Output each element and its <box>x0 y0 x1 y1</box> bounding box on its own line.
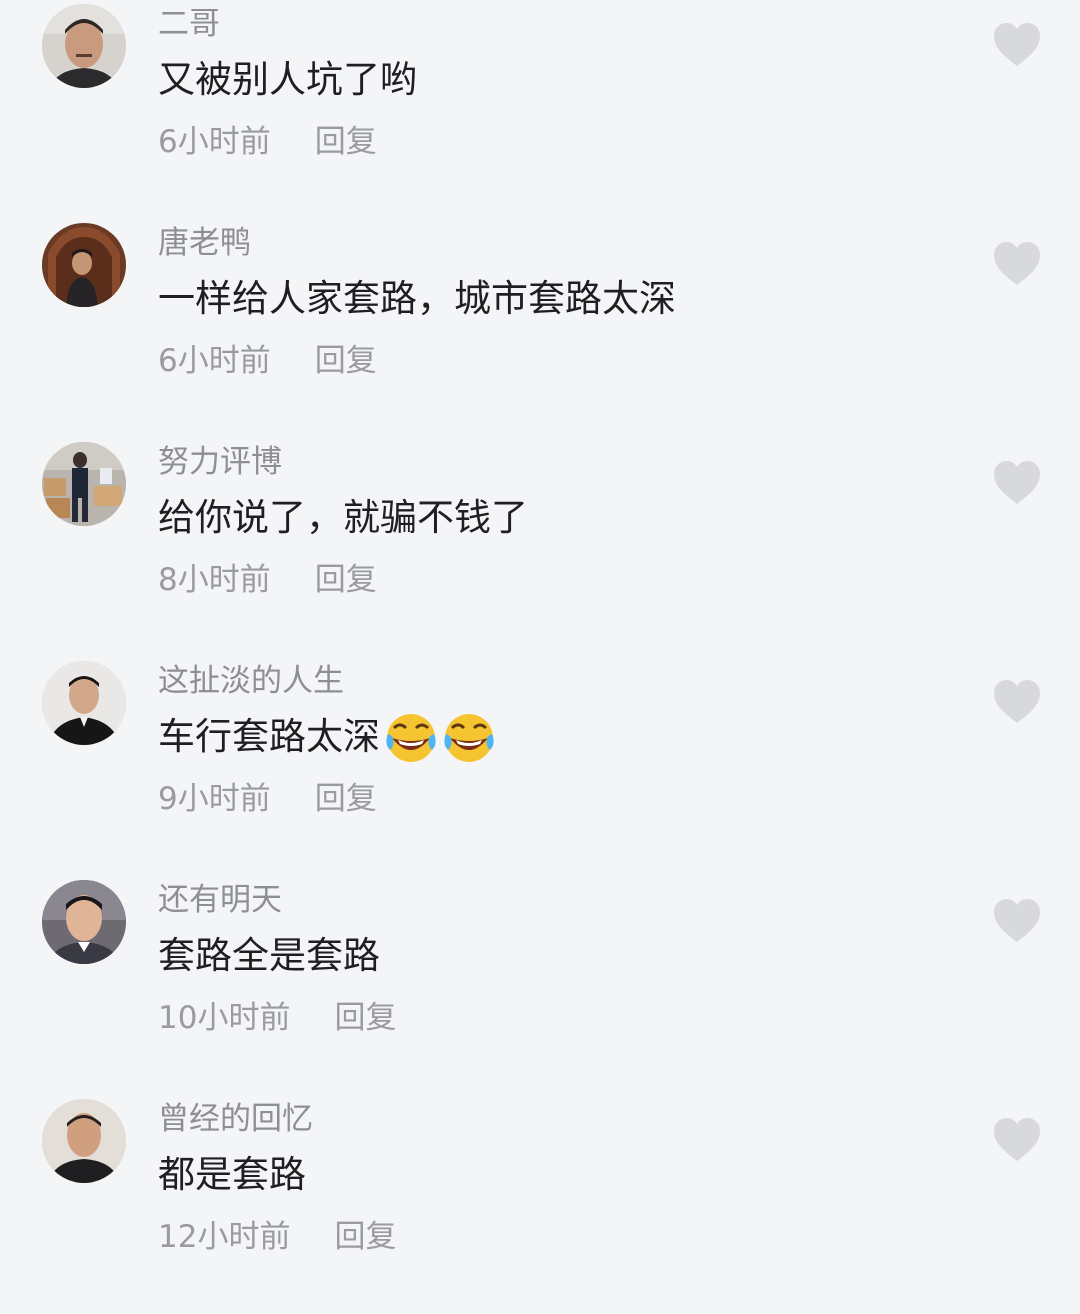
comment-text-content: 套路全是套路 <box>158 934 380 977</box>
like-button[interactable] <box>992 898 1042 944</box>
like-button[interactable] <box>992 22 1042 68</box>
comment-meta: 12小时前 回复 <box>158 1211 396 1255</box>
comment-username[interactable]: 这扯淡的人生 <box>158 659 344 703</box>
comment-text-content: 给你说了，就骗不钱了 <box>158 496 528 539</box>
comment-item: 曾经的回忆 都是套路 12小时前 回复 <box>0 1095 1080 1314</box>
heart-icon <box>994 680 1040 723</box>
comment-item: 唐老鸭 一样给人家套路，城市套路太深 6小时前 回复 <box>0 219 1080 438</box>
reply-button[interactable]: 回复 <box>315 773 377 818</box>
rofl-emoji-icon <box>444 714 494 762</box>
comment-timestamp: 9小时前 <box>158 780 271 817</box>
comment-meta: 9小时前 回复 <box>158 773 377 817</box>
comment-timestamp: 6小时前 <box>158 342 271 379</box>
avatar[interactable] <box>42 442 126 526</box>
comment-text-content: 都是套路 <box>158 1153 306 1196</box>
heart-icon <box>994 23 1040 66</box>
comment-item: 努力评博 给你说了，就骗不钱了 8小时前 回复 <box>0 438 1080 657</box>
comment-text: 套路全是套路 <box>158 928 380 984</box>
comment-username[interactable]: 二哥 <box>158 2 220 46</box>
comment-meta: 8小时前 回复 <box>158 554 377 598</box>
like-button[interactable] <box>992 679 1042 725</box>
avatar-man-icon <box>42 880 126 964</box>
comment-text-content: 又被别人坑了哟 <box>158 58 417 101</box>
like-button[interactable] <box>992 460 1042 506</box>
reply-button[interactable]: 回复 <box>334 1211 396 1256</box>
comment-text-content: 一样给人家套路，城市套路太深 <box>158 277 676 320</box>
comment-timestamp: 6小时前 <box>158 123 271 160</box>
heart-icon <box>994 899 1040 942</box>
heart-icon <box>994 242 1040 285</box>
avatar[interactable] <box>42 880 126 964</box>
avatar[interactable] <box>42 1099 126 1183</box>
like-button[interactable] <box>992 1117 1042 1163</box>
avatar-man-icon <box>42 1099 126 1183</box>
avatar[interactable] <box>42 223 126 307</box>
avatar[interactable] <box>42 4 126 88</box>
comment-text: 一样给人家套路，城市套路太深 <box>158 271 676 327</box>
comment-item: 这扯淡的人生 车行套路太深 9小时前 回复 <box>0 657 1080 876</box>
comment-text: 车行套路太深 <box>158 709 496 765</box>
like-button[interactable] <box>992 241 1042 287</box>
comment-item: 二哥 又被别人坑了哟 6小时前 回复 <box>0 0 1080 219</box>
comment-meta: 10小时前 回复 <box>158 992 396 1036</box>
comment-text: 又被别人坑了哟 <box>158 52 417 108</box>
comment-text: 给你说了，就骗不钱了 <box>158 490 528 546</box>
comment-list: 二哥 又被别人坑了哟 6小时前 回复 唐老鸭 一样给人家套路，城市套路太深 6小… <box>0 0 1080 1264</box>
comment-text-content: 车行套路太深 <box>158 715 380 758</box>
avatar-warehouse-icon <box>42 442 126 526</box>
avatar-man-icon <box>42 661 126 745</box>
comment-username[interactable]: 努力评博 <box>158 440 282 484</box>
comment-timestamp: 8小时前 <box>158 561 271 598</box>
avatar-man-carving-icon <box>42 223 126 307</box>
comment-meta: 6小时前 回复 <box>158 335 377 379</box>
comment-item: 还有明天 套路全是套路 10小时前 回复 <box>0 876 1080 1095</box>
avatar[interactable] <box>42 661 126 745</box>
reply-button[interactable]: 回复 <box>315 335 377 380</box>
comment-timestamp: 12小时前 <box>158 1218 291 1255</box>
reply-button[interactable]: 回复 <box>315 554 377 599</box>
heart-icon <box>994 461 1040 504</box>
comment-username[interactable]: 曾经的回忆 <box>158 1097 313 1141</box>
rofl-emoji-icon <box>386 714 436 762</box>
comment-username[interactable]: 还有明天 <box>158 878 282 922</box>
reply-button[interactable]: 回复 <box>315 116 377 161</box>
comment-username[interactable]: 唐老鸭 <box>158 221 251 265</box>
comment-timestamp: 10小时前 <box>158 999 291 1036</box>
avatar-man-icon <box>42 4 126 88</box>
comment-text: 都是套路 <box>158 1147 306 1203</box>
heart-icon <box>994 1118 1040 1161</box>
reply-button[interactable]: 回复 <box>334 992 396 1037</box>
comment-meta: 6小时前 回复 <box>158 116 377 160</box>
